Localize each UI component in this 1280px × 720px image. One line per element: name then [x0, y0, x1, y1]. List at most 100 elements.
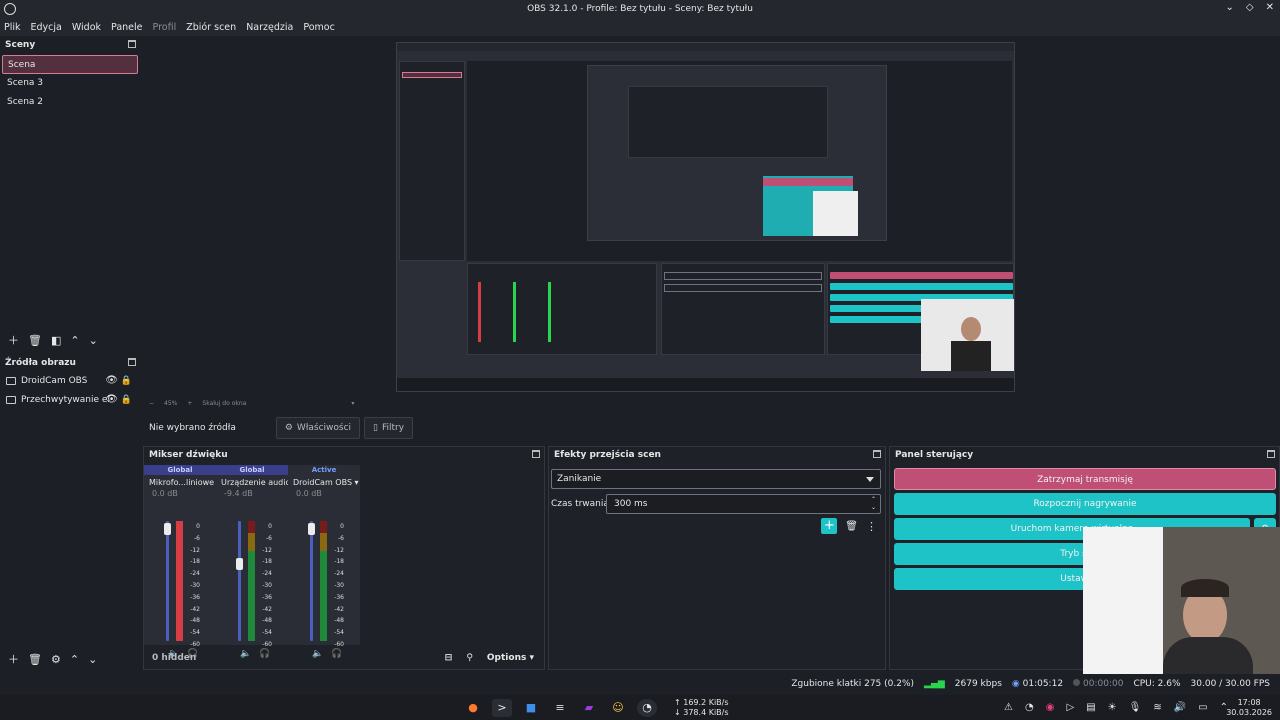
add-scene-icon[interactable]: ＋: [8, 332, 19, 348]
channel-name[interactable]: Urządzenie audio: [216, 477, 288, 489]
transition-select[interactable]: Zanikanie: [551, 469, 881, 489]
stop-streaming-button[interactable]: Zatrzymaj transmisję: [894, 468, 1276, 490]
window-capture-icon: [6, 395, 16, 404]
emoji-icon[interactable]: ☺: [608, 699, 628, 717]
remove-source-icon[interactable]: 🗑: [28, 653, 42, 666]
tray-record-icon[interactable]: ◉: [1046, 702, 1055, 713]
duration-label: Czas trwania: [551, 499, 609, 509]
spin-arrows-icon[interactable]: ⌃ ⌄: [871, 496, 876, 512]
tray-volume-icon[interactable]: 🔊: [1174, 702, 1186, 713]
fader-handle[interactable]: [308, 523, 315, 535]
tray-wifi-icon[interactable]: ≋: [1153, 702, 1161, 713]
source-item[interactable]: Przechwytywanie el 👁 🔒: [0, 390, 140, 409]
status-bar: Zgubione klatki 275 (0.2%) ▂▄▆ 2679 kbps…: [0, 674, 1280, 694]
move-up-icon[interactable]: ⌃: [70, 653, 79, 666]
zoom-bar: − 45% + Skaluj do okna ▾: [141, 397, 641, 409]
mixer-title: Mikser dźwięku: [144, 447, 544, 463]
volume-fader[interactable]: [238, 521, 241, 641]
properties-button[interactable]: ⚙ Właściwości: [275, 417, 361, 439]
scene-list: Scena Scena 3 Scena 2: [2, 55, 138, 112]
volume-fader[interactable]: [166, 521, 169, 641]
channel-name[interactable]: Mikrofo...liniowe ▾: [144, 477, 216, 489]
add-transition-button[interactable]: +: [821, 518, 838, 534]
more-options-icon[interactable]: ⋮: [866, 520, 877, 533]
zoom-out-icon[interactable]: −: [149, 400, 154, 407]
obs-logo-icon: [4, 3, 16, 15]
zoom-in-icon[interactable]: +: [187, 400, 192, 407]
visibility-eye-icon[interactable]: 👁: [105, 375, 118, 386]
preview-canvas[interactable]: [396, 42, 1015, 392]
clock[interactable]: 17:08 30.03.2026: [1226, 698, 1272, 718]
visibility-eye-icon[interactable]: 👁: [105, 394, 118, 405]
layout-toggle-icon[interactable]: ⊟: [445, 653, 453, 663]
tray-clipboard-icon[interactable]: ▤: [1086, 702, 1095, 713]
move-up-icon[interactable]: ⌃: [70, 334, 79, 347]
start-recording-button[interactable]: Rozpocznij nagrywanie: [894, 493, 1276, 515]
chevron-down-icon: [866, 477, 874, 482]
maximize-icon[interactable]: ◇: [1246, 2, 1254, 13]
menu-pomoc[interactable]: Pomoc: [303, 22, 335, 33]
channel-name[interactable]: DroidCam OBS ▾: [288, 477, 360, 489]
source-item[interactable]: DroidCam OBS 👁 🔒: [0, 371, 140, 390]
terminal-icon[interactable]: >: [492, 698, 512, 717]
scale-mode[interactable]: Skaluj do okna: [202, 400, 246, 407]
undock-icon[interactable]: [128, 358, 136, 366]
scene-item[interactable]: Scena 3: [2, 74, 138, 93]
window-title: OBS 32.1.0 - Profile: Bez tytułu - Sceny…: [527, 4, 753, 14]
minimize-icon[interactable]: ⌄: [1226, 2, 1234, 13]
tray-obs-icon[interactable]: ◔: [1025, 702, 1034, 713]
close-icon[interactable]: ✕: [1266, 2, 1274, 13]
scale-dropdown-icon[interactable]: ▾: [351, 400, 354, 407]
video-source-icon: [6, 376, 16, 385]
menu-panele[interactable]: Panele: [111, 22, 142, 33]
obs-app-icon[interactable]: ◔: [637, 698, 657, 717]
lock-icon[interactable]: 🔒: [121, 376, 132, 386]
lock-icon[interactable]: 🔒: [121, 395, 132, 405]
fader-handle[interactable]: [164, 523, 171, 535]
undock-icon[interactable]: [873, 450, 881, 458]
tray-alert-icon[interactable]: ⚠: [1004, 702, 1013, 713]
scene-filters-icon[interactable]: ◧: [51, 334, 61, 347]
store-icon[interactable]: ■: [521, 699, 541, 717]
menu-widok[interactable]: Widok: [72, 22, 101, 33]
stream-time-wrap: ◉ 01:05:12: [1011, 679, 1064, 689]
menu-profil[interactable]: Profil: [153, 22, 177, 33]
menu-edycja[interactable]: Edycja: [31, 22, 62, 33]
channel-db: 0.0 dB: [152, 489, 178, 498]
add-source-icon[interactable]: ＋: [8, 651, 19, 667]
remove-transition-icon[interactable]: 🗑: [845, 521, 858, 532]
volume-fader[interactable]: [310, 521, 313, 641]
source-settings-gear-icon[interactable]: ⚙: [51, 653, 61, 666]
move-down-icon[interactable]: ⌄: [89, 334, 98, 347]
channel-type: Global: [144, 465, 216, 475]
settings-app-icon[interactable]: ≡: [550, 699, 570, 717]
menu-zbior-scen[interactable]: Zbiór scen: [186, 22, 236, 33]
filters-button[interactable]: ▯ Filtry: [364, 417, 414, 439]
db-scale: 0 -6 -12 -18 -24 -30 -36 -42 -48 -54 -60: [334, 523, 344, 648]
menu-plik[interactable]: Plik: [4, 22, 21, 33]
menu-narzedzia[interactable]: Narzędzia: [246, 22, 293, 33]
undock-icon[interactable]: [1267, 450, 1275, 458]
scene-item[interactable]: Scena 2: [2, 93, 138, 112]
audio-mixer-dock: Mikser dźwięku Global Mikrofo...liniowe …: [143, 446, 545, 670]
tray-mic-icon[interactable]: 🎙: [1129, 702, 1142, 713]
duration-spinbox[interactable]: 300 ms ⌃ ⌄: [606, 494, 881, 514]
firefox-icon[interactable]: ●: [463, 699, 483, 717]
tray-play-icon[interactable]: ▷: [1066, 702, 1074, 713]
nested-transitions: [661, 263, 825, 355]
move-down-icon[interactable]: ⌄: [88, 653, 97, 666]
undock-icon[interactable]: [532, 450, 540, 458]
sources-title: Źródła obrazu: [0, 355, 140, 371]
tray-battery-icon[interactable]: ▭: [1198, 702, 1207, 713]
options-button[interactable]: Options ▾: [487, 653, 534, 663]
scene-item[interactable]: Scena: [2, 55, 138, 74]
undock-icon[interactable]: [128, 40, 136, 48]
media-app-icon[interactable]: ▰: [579, 699, 599, 717]
advanced-audio-icon[interactable]: ⚲: [466, 653, 473, 663]
window-controls: ⌄ ◇ ✕: [1226, 2, 1274, 13]
remove-scene-icon[interactable]: 🗑: [28, 334, 42, 347]
tray-brightness-icon[interactable]: ☀: [1108, 702, 1117, 713]
sources-dock: Źródła obrazu DroidCam OBS 👁 🔒 Przechwyt…: [0, 355, 140, 651]
channel-type: Active: [288, 465, 360, 475]
fader-handle[interactable]: [236, 558, 243, 570]
